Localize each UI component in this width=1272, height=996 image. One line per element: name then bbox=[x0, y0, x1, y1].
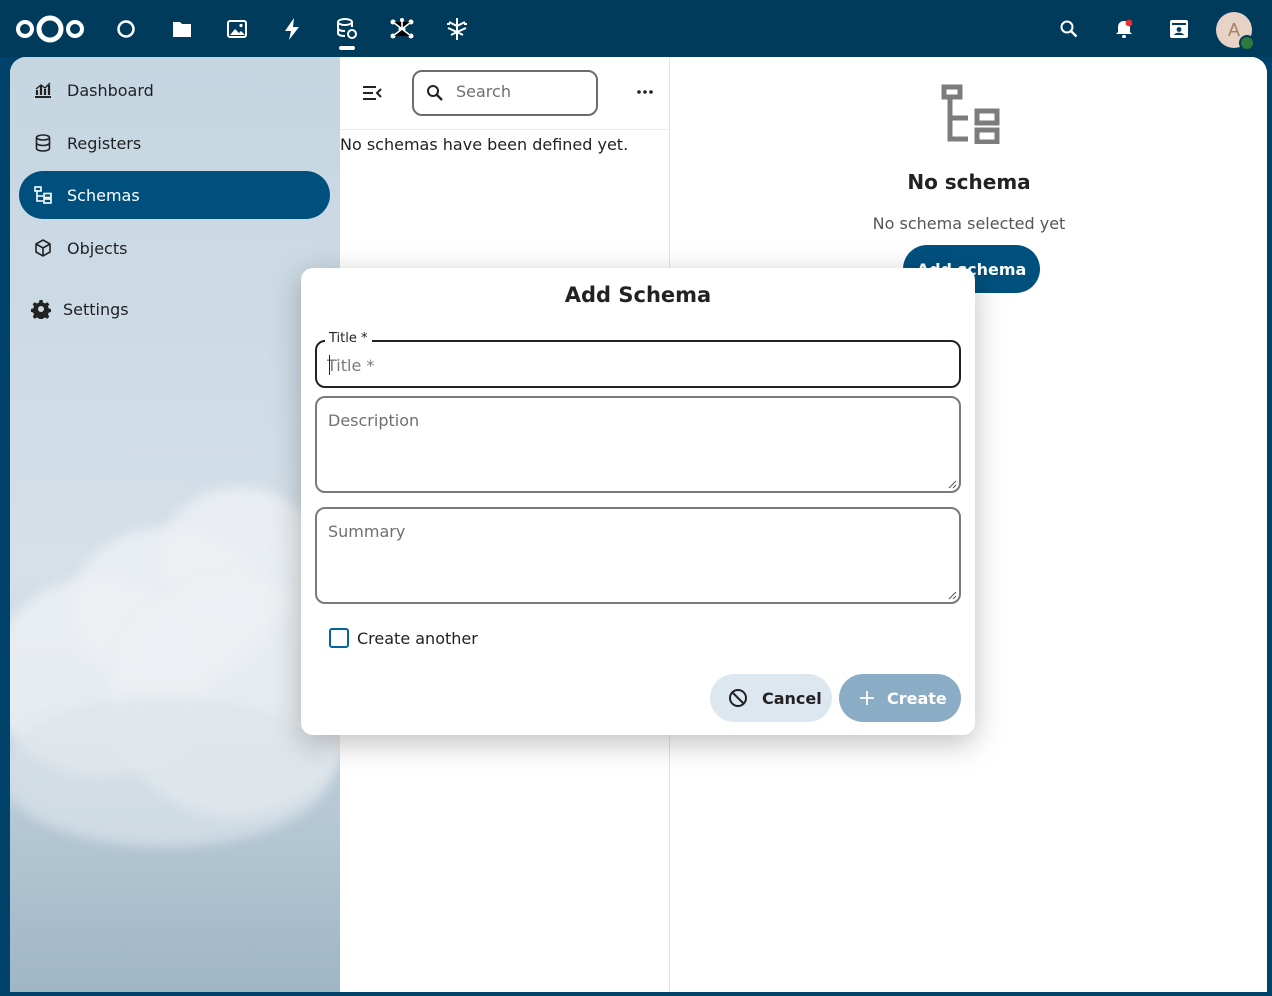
add-schema-dialog: Add Schema Title * Create another Cancel… bbox=[301, 268, 975, 735]
cancel-button-label: Cancel bbox=[762, 688, 822, 708]
title-input[interactable] bbox=[327, 352, 947, 378]
checkbox-label: Create another bbox=[357, 628, 478, 648]
modal-overlay: Add Schema Title * Create another Cancel… bbox=[0, 0, 1272, 996]
description-field[interactable] bbox=[315, 396, 961, 493]
resize-handle-icon[interactable] bbox=[948, 591, 957, 600]
checkbox-box[interactable] bbox=[329, 628, 349, 648]
cancel-button[interactable]: Cancel bbox=[710, 674, 832, 722]
resize-handle-icon[interactable] bbox=[948, 480, 957, 489]
summary-field[interactable] bbox=[315, 507, 961, 604]
text-cursor bbox=[329, 355, 330, 375]
dialog-title: Add Schema bbox=[564, 283, 712, 307]
create-another-checkbox[interactable]: Create another bbox=[329, 627, 478, 649]
summary-textarea[interactable] bbox=[317, 509, 959, 602]
plus-icon bbox=[860, 691, 874, 705]
cancel-icon bbox=[729, 689, 747, 707]
title-field-label: Title * bbox=[325, 331, 372, 346]
create-button[interactable]: Create bbox=[839, 674, 961, 722]
description-textarea[interactable] bbox=[317, 398, 959, 491]
title-field[interactable]: Title * bbox=[315, 331, 961, 388]
create-button-label: Create bbox=[887, 688, 947, 708]
